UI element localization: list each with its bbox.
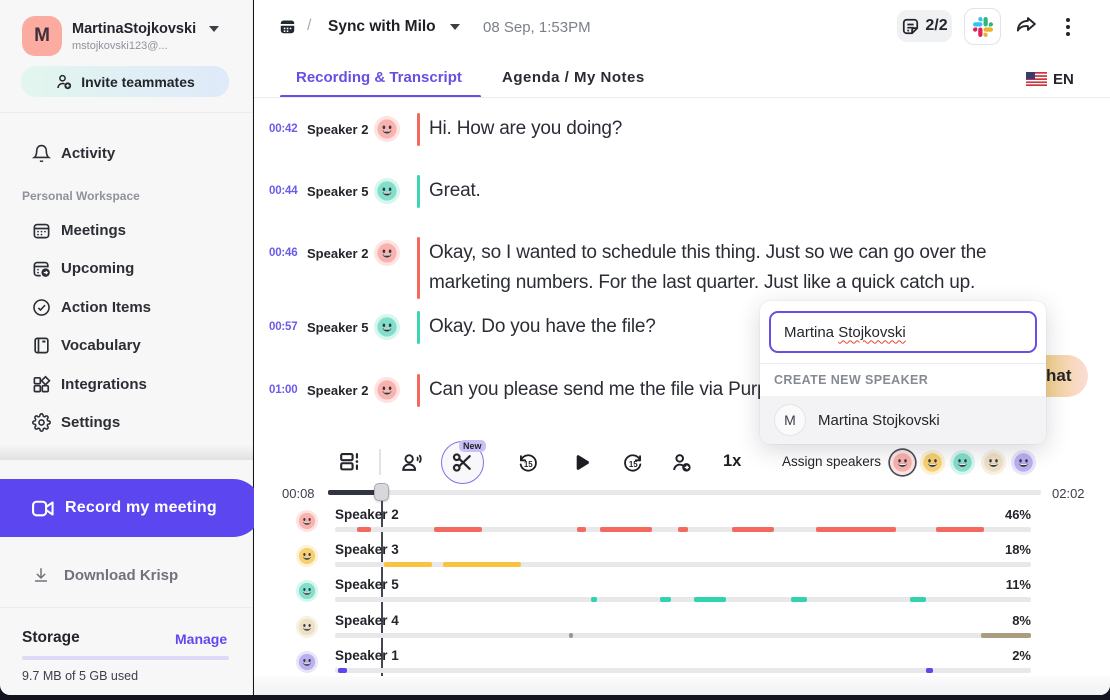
svg-text:15: 15: [524, 460, 533, 469]
svg-text:15: 15: [629, 460, 638, 469]
